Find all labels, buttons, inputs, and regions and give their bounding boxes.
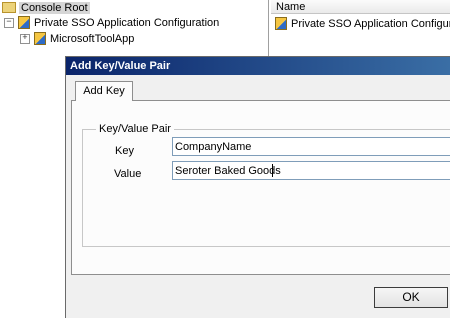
tree-node-label: Private SSO Application Configuration: [34, 17, 220, 29]
value-input[interactable]: [172, 161, 450, 180]
tab-add-key[interactable]: Add Key: [75, 81, 133, 101]
tree-node-label: Console Root: [19, 2, 90, 14]
groupbox-label: Key/Value Pair: [96, 122, 174, 136]
key-label: Key: [115, 145, 134, 157]
ok-button[interactable]: OK: [374, 287, 448, 308]
sso-application-icon: [34, 31, 46, 45]
key-input[interactable]: [172, 137, 450, 156]
sso-application-icon: [275, 16, 287, 30]
tree-node-private-sso-config[interactable]: − Private SSO Application Configuration: [4, 15, 219, 31]
value-label: Value: [114, 168, 142, 180]
list-item[interactable]: Private SSO Application Configura...: [275, 16, 450, 32]
tree-node-console-root[interactable]: Console Root: [2, 0, 90, 16]
sso-application-icon: [18, 15, 30, 29]
dialog-titlebar[interactable]: Add Key/Value Pair: [66, 57, 450, 75]
text-caret: [272, 164, 273, 177]
folder-icon: [2, 1, 16, 13]
column-header-name[interactable]: Name: [271, 0, 450, 14]
add-key-value-dialog: Add Key/Value Pair Add Key Key/Value Pai…: [65, 56, 450, 318]
tree-node-label: MicrosoftToolApp: [50, 33, 135, 45]
collapse-icon[interactable]: −: [4, 18, 14, 29]
expand-icon[interactable]: +: [20, 34, 30, 45]
tree-node-microsoft-tool-app[interactable]: + MicrosoftToolApp: [20, 31, 134, 47]
list-item-label: Private SSO Application Configura...: [291, 18, 450, 30]
